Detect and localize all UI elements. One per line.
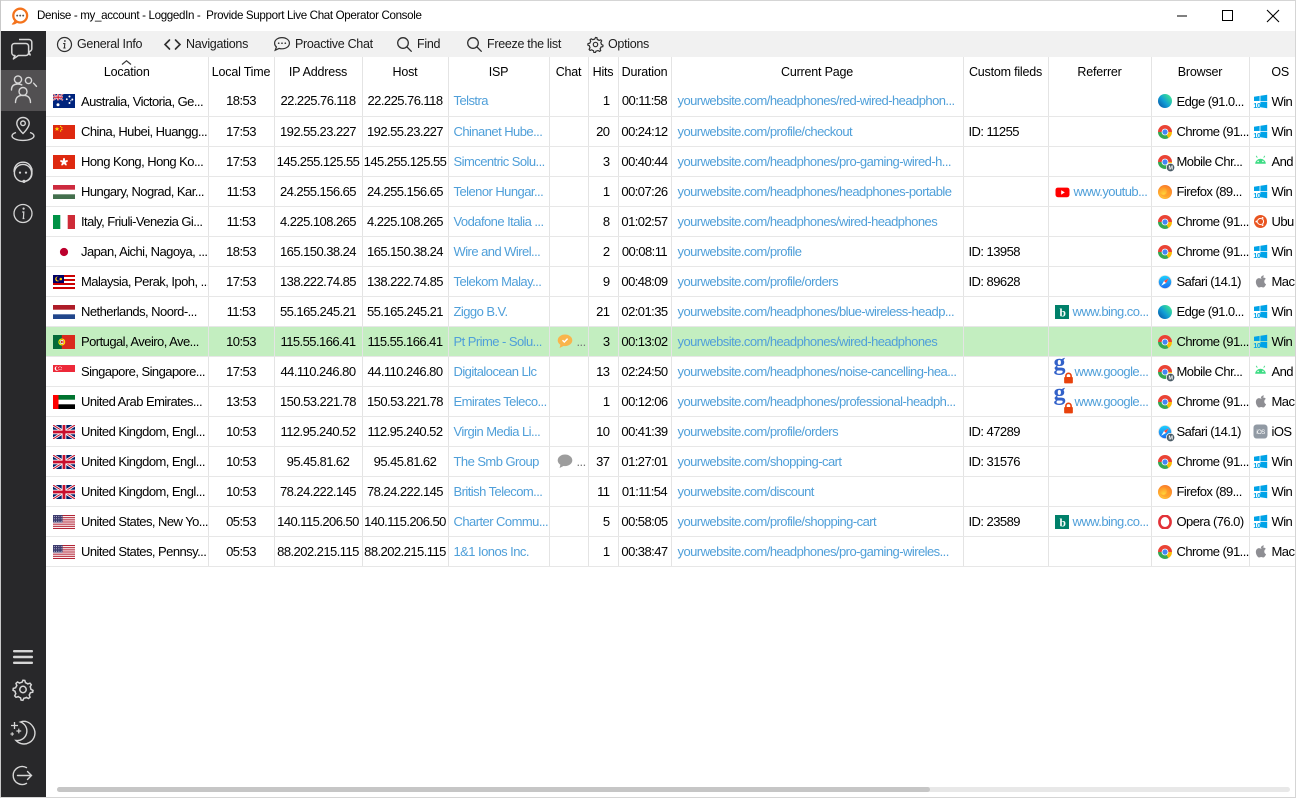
svg-text:10: 10 xyxy=(1253,191,1260,199)
svg-text:10: 10 xyxy=(1253,311,1260,319)
svg-text:10: 10 xyxy=(1253,521,1260,529)
svg-text:10: 10 xyxy=(1253,131,1260,139)
svg-text:10: 10 xyxy=(1253,341,1260,349)
svg-text:b: b xyxy=(1059,517,1065,528)
svg-text:10: 10 xyxy=(1253,461,1260,469)
svg-text:b: b xyxy=(1059,307,1065,318)
svg-text:10: 10 xyxy=(1253,101,1260,109)
svg-text:10: 10 xyxy=(1253,251,1260,259)
svg-text:iOS: iOS xyxy=(1256,430,1265,436)
svg-text:10: 10 xyxy=(1253,491,1260,499)
